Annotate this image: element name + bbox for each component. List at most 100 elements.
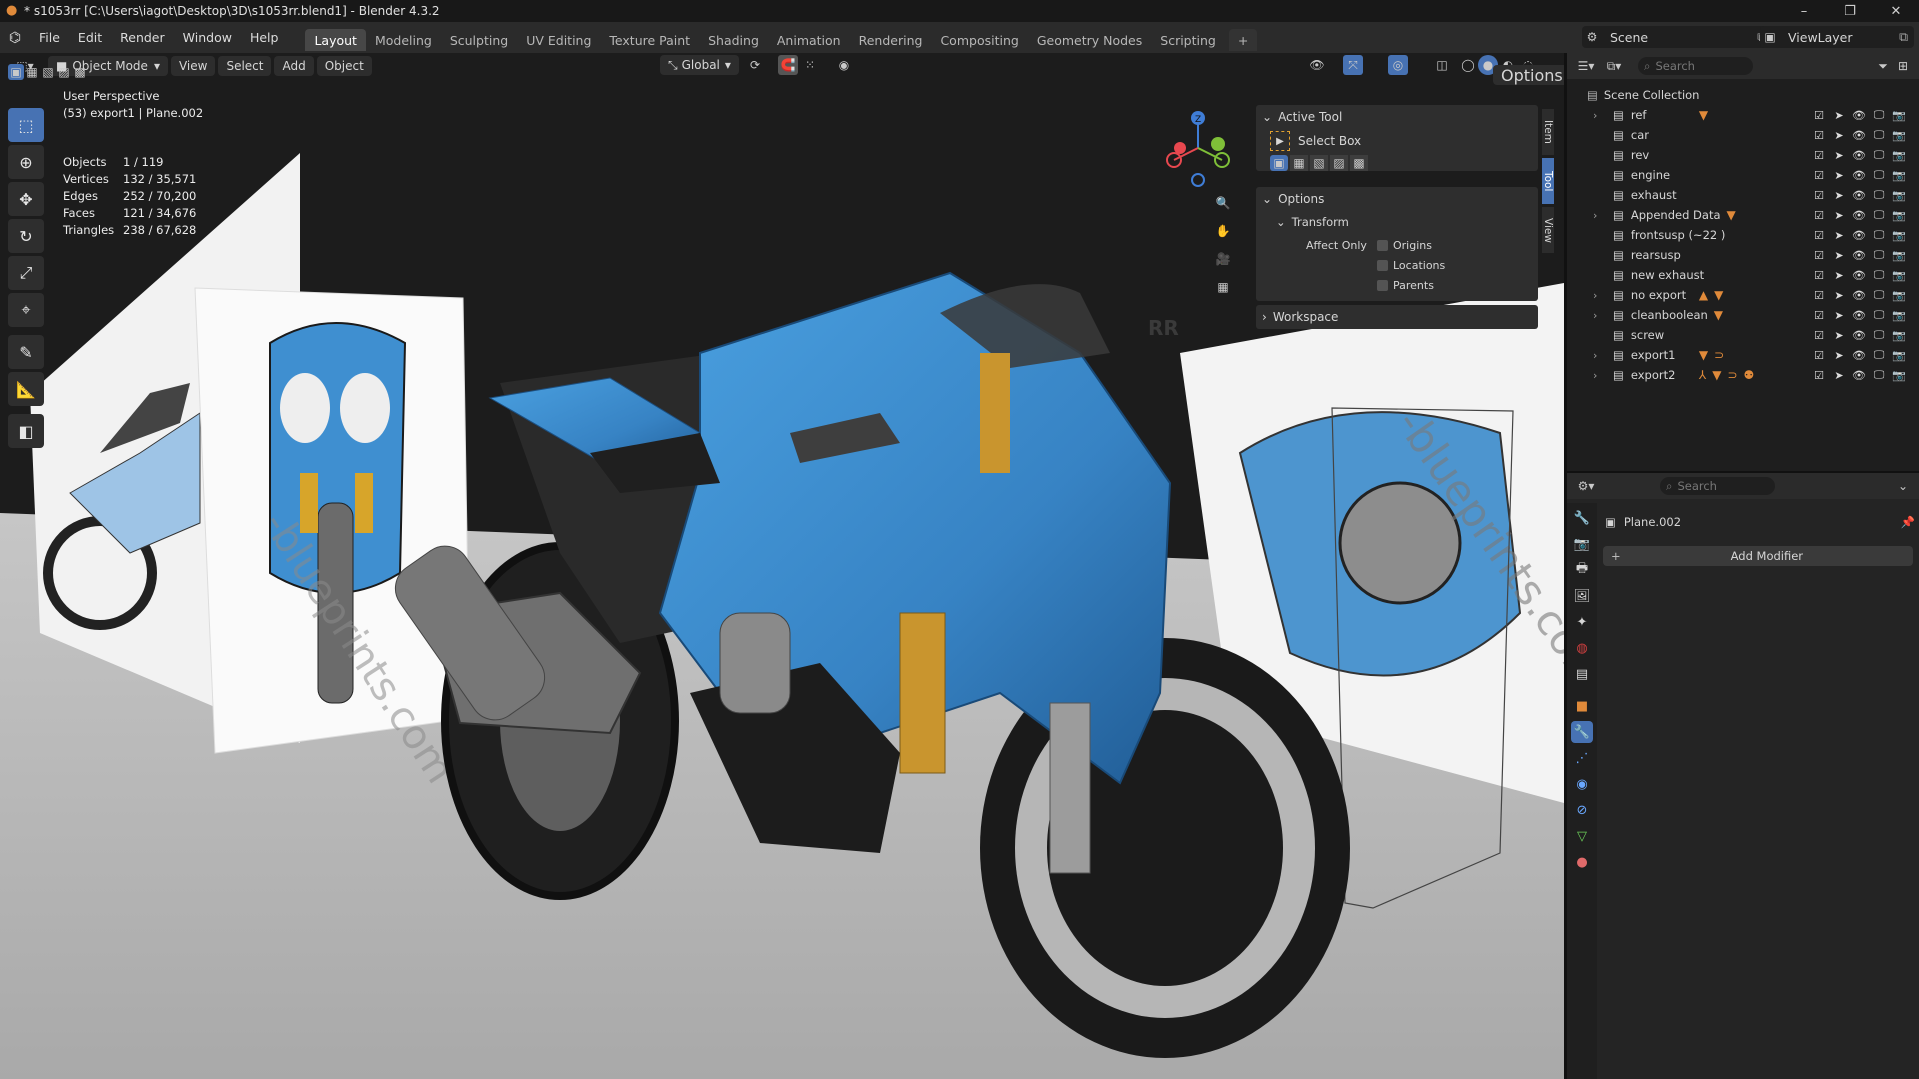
eye-icon[interactable]: 👁 xyxy=(1852,369,1866,382)
transform-subheader[interactable]: ⌄ Transform xyxy=(1256,211,1538,233)
select-arrow-icon[interactable]: ➤ xyxy=(1832,329,1846,342)
blender-menu-icon[interactable]: ⌬ xyxy=(0,30,30,46)
tab-modeling[interactable]: Modeling xyxy=(366,29,441,51)
tab-texture-paint[interactable]: Texture Paint xyxy=(600,29,699,51)
camera-icon[interactable]: 📷 xyxy=(1892,309,1906,322)
data-type-icon[interactable]: ⚉ xyxy=(1744,368,1755,382)
options-dropdown[interactable]: Options ▾ xyxy=(1493,65,1564,85)
snap-icon[interactable]: 🧲 xyxy=(778,55,798,75)
select-arrow-icon[interactable]: ➤ xyxy=(1832,209,1846,222)
tab-rendering[interactable]: Rendering xyxy=(850,29,932,51)
tab-view[interactable]: View xyxy=(1542,207,1554,253)
data-type-icon[interactable]: ▼ xyxy=(1712,368,1721,382)
tab-compositing[interactable]: Compositing xyxy=(931,29,1027,51)
measure-tool-icon[interactable]: 📐 xyxy=(8,372,44,406)
outliner-search-input[interactable]: ⌕ Search xyxy=(1638,57,1753,75)
select-extend-icon[interactable]: ▦ xyxy=(24,64,40,80)
checkbox-icon[interactable]: ☑ xyxy=(1812,109,1826,122)
expand-chevron-icon[interactable]: › xyxy=(1593,369,1607,382)
data-tab-icon[interactable]: ▽ xyxy=(1571,825,1593,847)
area-divider[interactable] xyxy=(1567,471,1919,473)
constraints-tab-icon[interactable]: ⊘ xyxy=(1571,799,1593,821)
new-viewlayer-icon[interactable]: ⧉ xyxy=(1899,29,1908,45)
monitor-icon[interactable]: 🖵 xyxy=(1872,308,1886,322)
scene-tab-icon[interactable]: ✦ xyxy=(1571,611,1593,633)
menu-add[interactable]: Add xyxy=(274,55,314,76)
menu-window[interactable]: Window xyxy=(174,30,241,45)
scene-selector[interactable]: ⚙ Scene ⧉ xyxy=(1582,26,1772,48)
menu-object[interactable]: Object xyxy=(316,55,372,76)
mode-new-icon[interactable]: ▣ xyxy=(1270,155,1288,171)
editor-type-icon[interactable]: ⚙▾ xyxy=(1572,476,1600,496)
outliner-item[interactable]: › ▤ no export ▲ ▼ ☑ ➤ 👁 🖵 📷 xyxy=(1567,285,1919,305)
rotate-tool-icon[interactable]: ↻ xyxy=(8,219,44,253)
monitor-icon[interactable]: 🖵 xyxy=(1872,328,1886,342)
outliner-item[interactable]: ▤ rev ☑ ➤ 👁 🖵 📷 xyxy=(1567,145,1919,165)
select-arrow-icon[interactable]: ➤ xyxy=(1832,189,1846,202)
select-new-icon[interactable]: ▣ xyxy=(8,64,24,80)
monitor-icon[interactable]: 🖵 xyxy=(1872,168,1886,182)
xray-icon[interactable]: ◫ xyxy=(1432,55,1452,75)
select-arrow-icon[interactable]: ➤ xyxy=(1832,109,1846,122)
tab-tool[interactable]: Tool xyxy=(1542,158,1554,204)
mode-invert-icon[interactable]: ▨ xyxy=(1330,155,1348,171)
eye-icon[interactable]: 👁 xyxy=(1852,109,1866,122)
outliner-item[interactable]: › ▤ export1 ▼ ⊃ ☑ ➤ 👁 🖵 📷 xyxy=(1567,345,1919,365)
navigation-gizmo[interactable]: Z xyxy=(1160,108,1230,188)
expand-chevron-icon[interactable]: › xyxy=(1593,109,1607,122)
editor-type-icon[interactable]: ☰▾ xyxy=(1572,56,1600,76)
tab-layout[interactable]: Layout xyxy=(305,29,366,51)
origins-checkbox[interactable]: Origins xyxy=(1377,239,1432,252)
eye-icon[interactable]: 👁 xyxy=(1852,249,1866,262)
menu-file[interactable]: File xyxy=(30,30,69,45)
checkbox-icon[interactable]: ☑ xyxy=(1812,209,1826,222)
object-tab-icon[interactable]: ■ xyxy=(1571,695,1593,717)
eye-icon[interactable]: 👁 xyxy=(1852,349,1866,362)
select-intersect-icon[interactable]: ▩ xyxy=(72,64,88,80)
output-tab-icon[interactable]: 🖶 xyxy=(1571,559,1593,581)
checkbox-icon[interactable]: ☑ xyxy=(1812,329,1826,342)
move-tool-icon[interactable]: ✥ xyxy=(8,182,44,216)
collection-tab-icon[interactable]: ▤ xyxy=(1571,663,1593,685)
monitor-icon[interactable]: 🖵 xyxy=(1872,108,1886,122)
checkbox-icon[interactable]: ☑ xyxy=(1812,189,1826,202)
camera-icon[interactable]: 📷 xyxy=(1892,329,1906,342)
outliner-item[interactable]: ▤ new exhaust ☑ ➤ 👁 🖵 📷 xyxy=(1567,265,1919,285)
select-arrow-icon[interactable]: ➤ xyxy=(1832,249,1846,262)
outliner-root[interactable]: ▤ Scene Collection xyxy=(1567,85,1919,105)
expand-chevron-icon[interactable]: › xyxy=(1593,349,1607,362)
outliner-item[interactable]: ▤ rearsusp ☑ ➤ 👁 🖵 📷 xyxy=(1567,245,1919,265)
tab-animation[interactable]: Animation xyxy=(768,29,850,51)
menu-select[interactable]: Select xyxy=(218,55,272,76)
orientation-selector[interactable]: ⤡ Global ▾ xyxy=(660,55,739,75)
select-arrow-icon[interactable]: ➤ xyxy=(1832,369,1846,382)
parents-checkbox[interactable]: Parents xyxy=(1377,279,1434,292)
select-subtract-icon[interactable]: ▧ xyxy=(40,64,56,80)
tab-scripting[interactable]: Scripting xyxy=(1151,29,1225,51)
select-arrow-icon[interactable]: ➤ xyxy=(1832,149,1846,162)
camera-icon[interactable]: 📷 xyxy=(1892,129,1906,142)
physics-tab-icon[interactable]: ◉ xyxy=(1571,773,1593,795)
material-tab-icon[interactable]: ● xyxy=(1571,851,1593,873)
modifier-tab-icon[interactable]: 🔧 xyxy=(1571,721,1593,743)
monitor-icon[interactable]: 🖵 xyxy=(1872,228,1886,242)
select-arrow-icon[interactable]: ➤ xyxy=(1832,289,1846,302)
close-button[interactable]: ✕ xyxy=(1873,0,1919,22)
add-modifier-button[interactable]: + Add Modifier xyxy=(1603,546,1913,566)
camera-icon[interactable]: 📷 xyxy=(1892,169,1906,182)
camera-icon[interactable]: 📷 xyxy=(1892,349,1906,362)
eye-icon[interactable]: 👁 xyxy=(1852,269,1866,282)
outliner-item[interactable]: › ▤ ref ▼ ☑ ➤ 👁 🖵 📷 xyxy=(1567,105,1919,125)
checkbox-icon[interactable]: ☑ xyxy=(1812,369,1826,382)
data-type-icon[interactable]: ▼ xyxy=(1699,108,1708,122)
active-tool-header[interactable]: ⌄ Active Tool xyxy=(1256,105,1538,129)
particles-tab-icon[interactable]: ⋰ xyxy=(1571,747,1593,769)
monitor-icon[interactable]: 🖵 xyxy=(1872,148,1886,162)
eye-icon[interactable]: 👁 xyxy=(1852,329,1866,342)
data-type-icon[interactable]: ▲ xyxy=(1699,288,1708,302)
cursor-tool-icon[interactable]: ⊕ xyxy=(8,145,44,179)
outliner-item[interactable]: ▤ engine ☑ ➤ 👁 🖵 📷 xyxy=(1567,165,1919,185)
scale-tool-icon[interactable]: ⤢ xyxy=(8,256,44,290)
data-type-icon[interactable]: ⊃ xyxy=(1714,348,1724,362)
mode-extend-icon[interactable]: ▦ xyxy=(1290,155,1308,171)
